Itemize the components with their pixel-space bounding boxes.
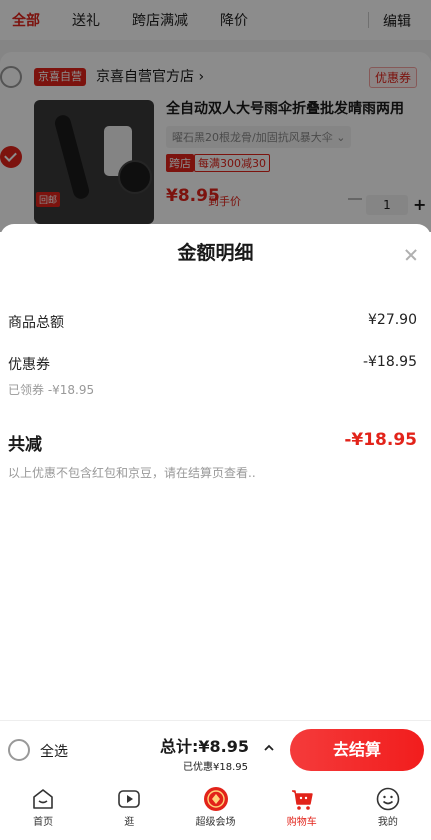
nav-item-browse[interactable]: 逛 [86,778,172,840]
checkout-bar: 全选 总计:¥8.95 已优惠¥18.95 去结算 [0,720,431,778]
goods-total-value: ¥27.90 [368,312,417,328]
select-all-radio[interactable] [8,739,30,761]
profile-icon [376,787,400,811]
video-icon [118,790,141,808]
modal-overlay[interactable] [0,0,431,232]
cart-icon [291,790,313,810]
close-icon[interactable] [399,242,425,268]
saved-amount: 已优惠¥18.95 [183,762,248,773]
chevron-up-icon[interactable] [262,741,276,755]
nav-item-home[interactable]: 首页 [0,778,86,840]
coupon-label: 优惠券 [8,357,50,373]
nav-item-profile[interactable]: 我的 [345,778,431,840]
total-reduce-value: -¥18.95 [344,430,417,450]
coupon-sub-text: 已领券 -¥18.95 [8,383,95,397]
coupon-value: -¥18.95 [362,354,417,370]
nav-item-super-venue[interactable]: 超级会场 [172,778,258,840]
select-all-label[interactable]: 全选 [40,741,68,761]
checkout-button[interactable]: 去结算 [290,729,424,771]
nav-label-browse: 逛 [124,817,135,828]
sheet-title: 金额明细 [177,242,254,264]
amount-detail-sheet: 金额明细 商品总额 ¥27.90 优惠券 -¥18.95 已领券 -¥18.95… [0,224,431,720]
nav-label-super-venue: 超级会场 [195,817,236,828]
nav-label-cart: 购物车 [286,817,317,828]
home-icon [33,789,53,809]
discount-footnote: 以上优惠不包含红包和京豆，请在结算页查看.. [8,466,256,480]
super-venue-icon [203,787,228,811]
nav-label-profile: 我的 [377,817,398,828]
total-sum: 总计:¥8.95 [160,737,250,756]
bottom-nav: 首页 逛 超级会场 购物车 我的 [0,778,431,840]
nav-label-home: 首页 [33,817,54,828]
nav-item-cart[interactable]: 购物车 [259,778,345,840]
goods-total-label: 商品总额 [8,315,64,331]
total-reduce-label: 共减 [8,435,42,455]
